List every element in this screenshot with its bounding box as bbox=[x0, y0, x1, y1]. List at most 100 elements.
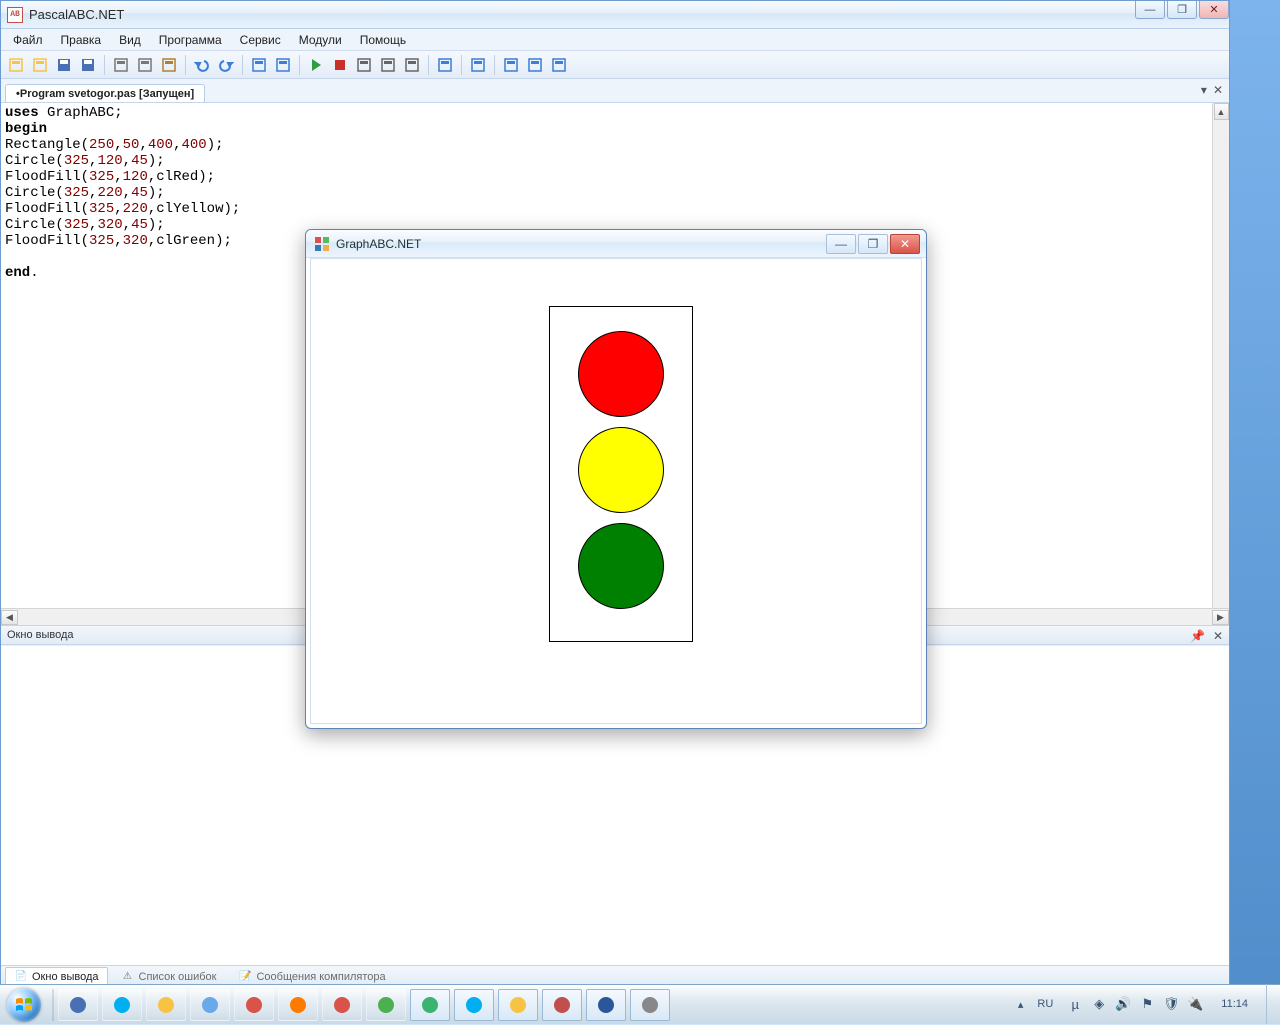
app-title: PascalABC.NET bbox=[29, 7, 124, 22]
menu-файл[interactable]: Файл bbox=[5, 31, 51, 49]
tab-indicator-icon: 📄 bbox=[14, 970, 28, 984]
taskbar-explorer-icon[interactable] bbox=[498, 989, 538, 1021]
bottom-tab-label: Список ошибок bbox=[139, 971, 217, 983]
language-indicator[interactable]: RU bbox=[1033, 996, 1057, 1012]
open-icon[interactable] bbox=[29, 54, 51, 76]
graphabc-window[interactable]: GraphABC.NET — ❐ ✕ bbox=[305, 229, 927, 729]
window-icon[interactable] bbox=[467, 54, 489, 76]
taskbar[interactable]: ▴ RU µ ◈ 🔊 ⚑ 🛡 🔌 11:14 bbox=[0, 984, 1280, 1024]
bottom-tab-label: Окно вывода bbox=[32, 971, 99, 983]
stop-icon[interactable] bbox=[329, 54, 351, 76]
close-button[interactable]: ✕ bbox=[1199, 1, 1229, 19]
tab-indicator-icon: ⚠ bbox=[121, 970, 135, 984]
toolbar-separator bbox=[242, 55, 243, 75]
taskbar-quicktime-icon[interactable] bbox=[146, 989, 186, 1021]
save-all-icon[interactable] bbox=[77, 54, 99, 76]
power-icon[interactable]: 🔌 bbox=[1187, 996, 1203, 1012]
taskbar-save-icon[interactable] bbox=[58, 989, 98, 1021]
tab-indicator-icon: 📝 bbox=[238, 970, 252, 984]
taskbar-firefox-icon[interactable] bbox=[278, 989, 318, 1021]
menu-сервис[interactable]: Сервис bbox=[232, 31, 289, 49]
new-file-icon[interactable] bbox=[5, 54, 27, 76]
show-desktop-button[interactable] bbox=[1266, 984, 1274, 1024]
taskbar-notepad-icon[interactable] bbox=[190, 989, 230, 1021]
taskbar-utorrent-icon[interactable] bbox=[410, 989, 450, 1021]
redo-icon[interactable] bbox=[215, 54, 237, 76]
windows-orb-icon bbox=[7, 988, 41, 1022]
child-canvas-area bbox=[310, 258, 922, 724]
output-panel-title: Окно вывода bbox=[7, 629, 74, 641]
navigate-forward-icon[interactable] bbox=[272, 54, 294, 76]
scroll-left-icon[interactable]: ◀ bbox=[1, 610, 18, 625]
menu-программа[interactable]: Программа bbox=[151, 31, 230, 49]
document-tab[interactable]: •Program svetogor.pas [Запущен] bbox=[5, 84, 205, 102]
clock[interactable]: 11:14 bbox=[1213, 998, 1256, 1010]
child-maximize-button[interactable]: ❐ bbox=[858, 234, 888, 254]
bottom-tab-label: Сообщения компилятора bbox=[256, 971, 385, 983]
taskbar-form-icon[interactable] bbox=[630, 989, 670, 1021]
step-out-icon[interactable] bbox=[401, 54, 423, 76]
child-title-bar[interactable]: GraphABC.NET — ❐ ✕ bbox=[306, 230, 926, 258]
paste-icon[interactable] bbox=[158, 54, 180, 76]
wifi-icon[interactable]: ◈ bbox=[1091, 996, 1107, 1012]
speaker-icon[interactable]: 🔊 bbox=[1115, 996, 1131, 1012]
save-icon[interactable] bbox=[53, 54, 75, 76]
tab-close-icon[interactable]: ✕ bbox=[1213, 83, 1223, 97]
child-app-icon bbox=[314, 236, 330, 252]
toolbar-separator bbox=[185, 55, 186, 75]
title-bar[interactable]: AB PascalABC.NET — ❐ ✕ bbox=[1, 1, 1229, 29]
undo-icon[interactable] bbox=[191, 54, 213, 76]
menu-помощь[interactable]: Помощь bbox=[352, 31, 414, 49]
pin-icon[interactable]: 📌 bbox=[1190, 629, 1205, 643]
module-icon[interactable] bbox=[500, 54, 522, 76]
menu-правка[interactable]: Правка bbox=[53, 31, 110, 49]
step-into-icon[interactable] bbox=[353, 54, 375, 76]
app-icon: AB bbox=[7, 7, 23, 23]
taskbar-yandex-icon[interactable] bbox=[234, 989, 274, 1021]
toolbar-separator bbox=[461, 55, 462, 75]
security-icon[interactable]: 🛡 bbox=[1163, 996, 1179, 1012]
navigate-back-icon[interactable] bbox=[248, 54, 270, 76]
main-window: AB PascalABC.NET — ❐ ✕ ФайлПравкаВидПрог… bbox=[0, 0, 1230, 1024]
drawn-circle-1 bbox=[578, 331, 664, 417]
desktop-wallpaper bbox=[1230, 0, 1280, 1024]
torrent-icon[interactable]: µ bbox=[1067, 996, 1083, 1012]
taskbar-pascalabc-icon[interactable] bbox=[542, 989, 582, 1021]
scroll-up-icon[interactable]: ▲ bbox=[1214, 103, 1229, 120]
system-tray[interactable]: ▴ RU µ ◈ 🔊 ⚑ 🛡 🔌 11:14 bbox=[1012, 984, 1280, 1024]
toolbar-separator bbox=[104, 55, 105, 75]
child-close-button[interactable]: ✕ bbox=[890, 234, 920, 254]
minimize-button[interactable]: — bbox=[1135, 1, 1165, 19]
scroll-right-icon[interactable]: ▶ bbox=[1212, 610, 1229, 625]
menu-bar: ФайлПравкаВидПрограммаСервисМодулиПомощь bbox=[1, 29, 1229, 51]
toolbar-separator bbox=[494, 55, 495, 75]
start-button[interactable] bbox=[0, 985, 48, 1025]
drawn-circle-3 bbox=[578, 523, 664, 609]
taskbar-star-icon[interactable] bbox=[322, 989, 362, 1021]
run-icon[interactable] bbox=[305, 54, 327, 76]
copy-icon[interactable] bbox=[134, 54, 156, 76]
toolbar-separator bbox=[428, 55, 429, 75]
flag-icon[interactable]: ⚑ bbox=[1139, 996, 1155, 1012]
taskbar-skype-icon[interactable] bbox=[454, 989, 494, 1021]
taskbar-word-icon[interactable] bbox=[586, 989, 626, 1021]
toolbar-separator bbox=[299, 55, 300, 75]
toggle-rect-icon[interactable] bbox=[434, 54, 456, 76]
maximize-button[interactable]: ❐ bbox=[1167, 1, 1197, 19]
refresh-module-icon[interactable] bbox=[524, 54, 546, 76]
module-list-icon[interactable] bbox=[548, 54, 570, 76]
vertical-scrollbar[interactable]: ▲ ▼ bbox=[1212, 103, 1229, 625]
child-minimize-button[interactable]: — bbox=[826, 234, 856, 254]
document-tab-bar: •Program svetogor.pas [Запущен] ▾ ✕ bbox=[1, 79, 1229, 103]
panel-close-icon[interactable]: ✕ bbox=[1213, 629, 1223, 643]
tray-expand-icon[interactable]: ▴ bbox=[1018, 998, 1024, 1011]
tab-dropdown-icon[interactable]: ▾ bbox=[1201, 83, 1207, 97]
toolbar bbox=[1, 51, 1229, 79]
cut-icon[interactable] bbox=[110, 54, 132, 76]
taskbar-skype-glow-icon[interactable] bbox=[102, 989, 142, 1021]
menu-вид[interactable]: Вид bbox=[111, 31, 149, 49]
taskbar-chrome-icon[interactable] bbox=[366, 989, 406, 1021]
menu-модули[interactable]: Модули bbox=[291, 31, 350, 49]
child-window-title: GraphABC.NET bbox=[336, 237, 421, 251]
step-over-icon[interactable] bbox=[377, 54, 399, 76]
